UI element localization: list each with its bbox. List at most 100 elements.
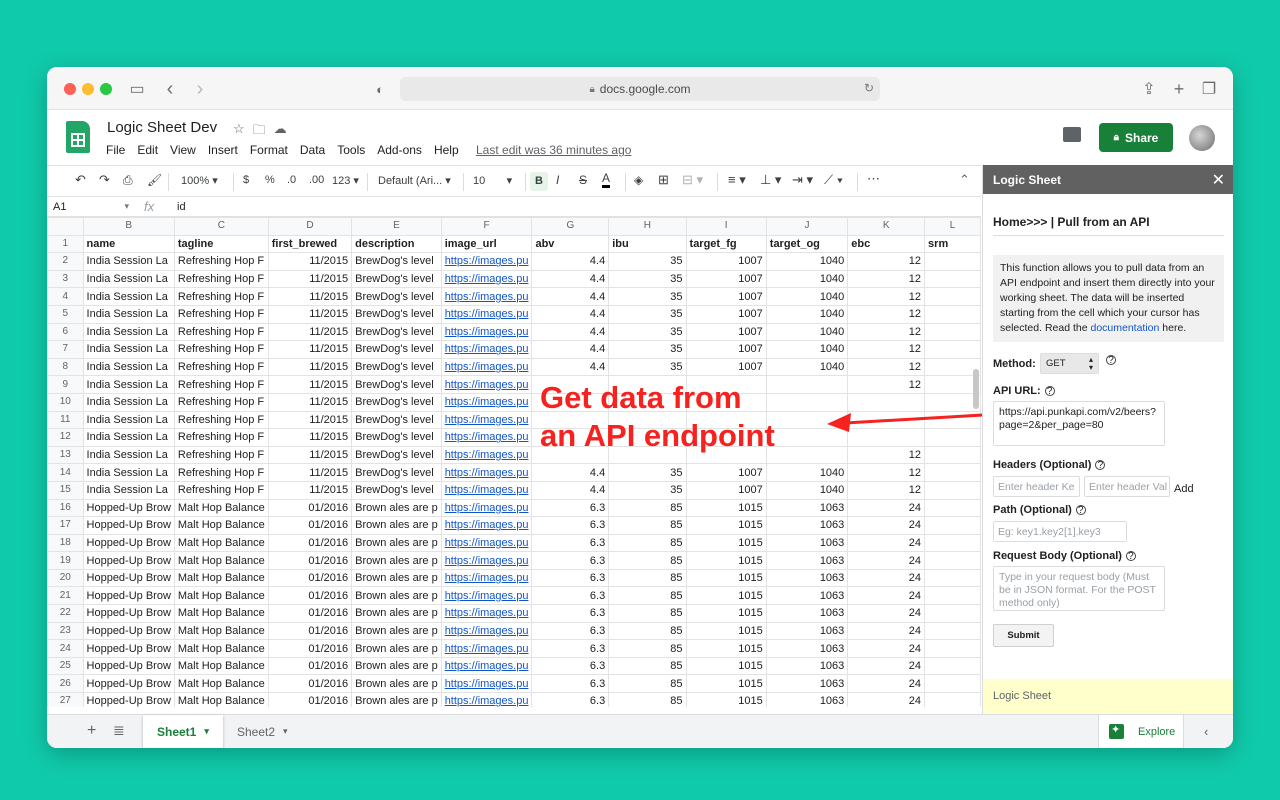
table-cell[interactable]: Refreshing Hop F [173,252,269,271]
column-header[interactable]: B [82,217,175,236]
row-header[interactable]: 9 [47,375,84,394]
table-header-cell[interactable]: name [82,234,175,254]
strikethrough-button[interactable]: S [579,173,587,187]
table-cell[interactable]: 24 [847,639,926,658]
table-cell[interactable]: https://images.pu [440,304,533,324]
table-cell[interactable]: 85 [608,639,687,658]
percent-format-button[interactable]: % [265,174,275,186]
table-cell[interactable] [765,445,849,465]
table-cell[interactable]: India Session La [82,375,175,394]
table-cell[interactable]: https://images.pu [440,410,533,430]
table-cell[interactable]: https://images.pu [440,639,533,658]
currency-format-button[interactable]: $ [243,174,249,186]
table-cell[interactable]: 01/2016 [267,604,353,623]
borders-icon[interactable]: ⊞ [658,172,669,188]
table-cell[interactable]: 1007 [685,480,767,500]
table-cell[interactable]: 01/2016 [267,498,353,518]
table-cell[interactable]: 24 [847,692,926,707]
table-cell[interactable]: Brown ales are p [351,568,442,588]
table-cell[interactable]: India Session La [82,445,175,465]
table-cell[interactable]: https://images.pu [440,604,533,623]
row-header[interactable]: 24 [47,639,84,658]
row-header[interactable]: 18 [47,533,84,553]
table-cell[interactable]: 24 [847,586,926,606]
row-header[interactable]: 21 [47,586,84,606]
table-cell[interactable]: https://images.pu [440,357,533,377]
table-cell[interactable]: 01/2016 [267,516,353,535]
table-cell[interactable] [924,656,981,676]
table-cell[interactable]: BrewDog's level [351,287,442,306]
help-icon[interactable]: ? [1125,551,1136,562]
table-cell[interactable]: 11/2015 [267,445,353,465]
collapse-toolbar-icon[interactable]: ⌃ [959,172,970,188]
table-cell[interactable] [924,692,981,707]
table-cell[interactable]: 1040 [765,252,849,271]
table-cell[interactable]: 1015 [685,568,767,588]
table-cell[interactable]: 6.3 [531,586,610,606]
table-cell[interactable]: 85 [608,692,687,707]
table-cell[interactable]: 12 [847,375,926,394]
table-cell[interactable]: 1015 [685,604,767,623]
menu-insert[interactable]: Insert [208,143,238,157]
table-cell[interactable] [924,340,981,359]
table-cell[interactable]: 1040 [765,480,849,500]
text-color-button[interactable]: A [602,171,611,188]
table-cell[interactable]: 1015 [685,533,767,553]
table-cell[interactable]: 1015 [685,674,767,694]
table-cell[interactable]: 1040 [765,340,849,359]
table-cell[interactable]: 1063 [765,692,849,707]
table-cell[interactable]: 01/2016 [267,656,353,676]
table-cell[interactable]: https://images.pu [440,621,533,641]
table-cell[interactable]: Hopped-Up Brow [82,551,175,570]
help-icon[interactable]: ? [1095,460,1106,471]
table-cell[interactable]: 4.4 [531,269,610,289]
table-cell[interactable] [924,269,981,289]
table-cell[interactable]: 24 [847,498,926,518]
sheet-tab-sheet1[interactable]: Sheet1 ▾ [143,715,223,748]
table-cell[interactable]: https://images.pu [440,498,533,518]
back-icon[interactable]: ‹ [158,77,182,101]
redo-icon[interactable]: ↷ [99,172,110,188]
table-cell[interactable]: https://images.pu [440,322,533,342]
table-cell[interactable]: 85 [608,568,687,588]
table-header-cell[interactable]: abv [531,234,610,254]
table-cell[interactable]: 24 [847,604,926,623]
table-cell[interactable]: BrewDog's level [351,357,442,377]
table-cell[interactable]: https://images.pu [440,340,533,359]
table-cell[interactable]: Refreshing Hop F [173,428,269,447]
table-cell[interactable] [924,480,981,500]
table-cell[interactable] [924,639,981,658]
row-header[interactable]: 27 [47,692,84,707]
table-cell[interactable]: Refreshing Hop F [173,340,269,359]
table-cell[interactable]: Malt Hop Balance [173,621,269,641]
menu-view[interactable]: View [170,143,196,157]
table-cell[interactable]: 1015 [685,639,767,658]
table-header-cell[interactable]: ebc [847,234,926,254]
table-cell[interactable]: Refreshing Hop F [173,392,269,412]
table-cell[interactable]: 24 [847,533,926,553]
table-cell[interactable]: 1015 [685,516,767,535]
table-cell[interactable]: BrewDog's level [351,269,442,289]
row-header[interactable]: 4 [47,287,84,306]
table-cell[interactable]: 6.3 [531,498,610,518]
table-cell[interactable] [924,516,981,535]
table-cell[interactable]: 11/2015 [267,463,353,482]
table-cell[interactable]: Hopped-Up Brow [82,692,175,707]
horizontal-align-icon[interactable]: ≡ ▾ [728,172,746,188]
table-cell[interactable]: https://images.pu [440,287,533,306]
table-cell[interactable]: 1063 [765,621,849,641]
table-cell[interactable]: 1063 [765,551,849,570]
table-cell[interactable]: https://images.pu [440,692,533,707]
table-cell[interactable]: 11/2015 [267,357,353,377]
header-value-input[interactable]: Enter header Val [1084,476,1170,497]
table-cell[interactable]: 35 [608,252,687,271]
comment-history-icon[interactable] [1063,127,1081,142]
table-cell[interactable]: 01/2016 [267,621,353,641]
table-cell[interactable]: BrewDog's level [351,322,442,342]
table-cell[interactable]: 11/2015 [267,480,353,500]
table-cell[interactable]: 4.4 [531,340,610,359]
table-cell[interactable]: India Session La [82,340,175,359]
table-cell[interactable]: Malt Hop Balance [173,674,269,694]
undo-icon[interactable]: ↶ [75,172,86,188]
table-cell[interactable] [924,445,981,465]
